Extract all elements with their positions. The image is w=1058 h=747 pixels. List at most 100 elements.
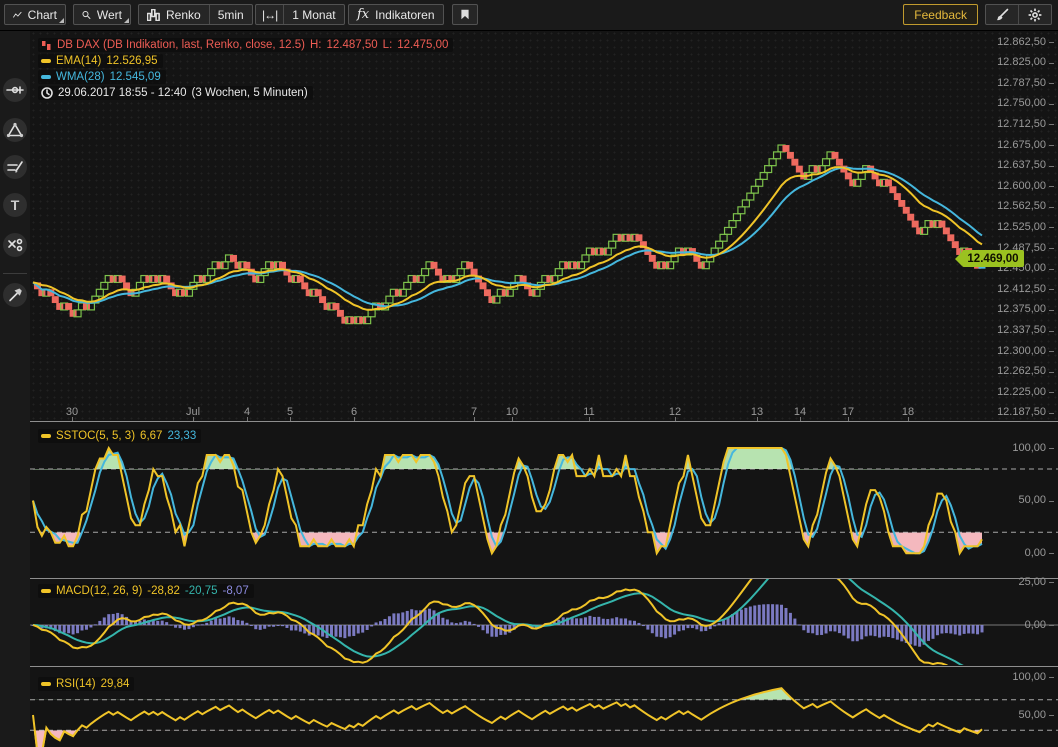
rsi-legend[interactable]: RSI(14) 29,84 bbox=[38, 677, 134, 691]
price-axis-label: 12.825,00 bbox=[958, 56, 1046, 68]
symbol-search-button[interactable]: Wert bbox=[73, 4, 131, 25]
hammer-tool-button[interactable] bbox=[3, 283, 27, 307]
fx-icon: fx bbox=[357, 7, 369, 22]
brush-icon bbox=[995, 8, 1009, 22]
panel-separator[interactable] bbox=[30, 578, 1058, 579]
time-range: 29.06.2017 18:55 - 12:40 bbox=[58, 87, 187, 99]
search-icon bbox=[82, 8, 91, 22]
price-axis-tick bbox=[1049, 166, 1054, 167]
macd-hist-value: -8,07 bbox=[223, 585, 249, 597]
series-icon bbox=[41, 40, 52, 51]
low-label: L: bbox=[383, 39, 393, 51]
current-price-label: 12.469,00 bbox=[962, 250, 1024, 267]
price-axis-label: 12.675,00 bbox=[958, 139, 1046, 151]
price-axis-tick bbox=[1049, 269, 1054, 270]
indicator-axis-label: 100,00 bbox=[958, 671, 1046, 683]
sstoc-d-value: 23,33 bbox=[167, 430, 196, 442]
settings-button[interactable] bbox=[1018, 5, 1051, 24]
macd-legend[interactable]: MACD(12, 26, 9) -28,82 -20,75 -8,07 bbox=[38, 584, 254, 598]
current-price-value: 12.469,00 bbox=[967, 253, 1018, 265]
high-value: 12.487,50 bbox=[327, 39, 378, 51]
indicator-axis-tick bbox=[1049, 715, 1054, 716]
indicator-axis-tick bbox=[1049, 677, 1054, 678]
price-axis-label: 12.750,00 bbox=[958, 97, 1046, 109]
trendline-tool-button[interactable] bbox=[3, 78, 27, 102]
range-icon-button[interactable]: |↔| bbox=[256, 5, 283, 24]
sstoc-legend[interactable]: SSTOC(5, 5, 3) 6,67 23,33 bbox=[38, 429, 201, 443]
indicator-axis-tick bbox=[1049, 582, 1054, 583]
remove-drawings-tool-button[interactable] bbox=[3, 233, 27, 257]
clock-icon bbox=[41, 87, 53, 99]
sidebar-divider bbox=[3, 273, 27, 274]
chart-type-label: Chart bbox=[28, 8, 57, 22]
macd-label: MACD(12, 26, 9) bbox=[56, 585, 142, 597]
drawing-toolbar: T bbox=[0, 30, 30, 747]
price-axis-label: 12.525,00 bbox=[958, 221, 1046, 233]
high-label: H: bbox=[310, 39, 322, 51]
price-axis-tick bbox=[1049, 42, 1054, 43]
series-title: DB DAX (DB Indikation, last, Renko, clos… bbox=[57, 39, 305, 51]
panel-separator[interactable] bbox=[30, 421, 1058, 422]
charttype-interval-group: Renko 5min bbox=[138, 4, 253, 25]
symbol-search-label: Wert bbox=[97, 8, 122, 22]
settings-group bbox=[985, 4, 1052, 25]
feedback-label: Feedback bbox=[914, 8, 967, 22]
price-axis-label: 12.712,50 bbox=[958, 118, 1046, 130]
ema-legend[interactable]: EMA(14) 12.526,95 bbox=[38, 54, 163, 68]
lines-edit-tool-button[interactable] bbox=[3, 155, 27, 179]
indicator-axis-tick bbox=[1049, 553, 1054, 554]
panel-separator[interactable] bbox=[30, 666, 1058, 667]
indicator-axis-label: 50,00 bbox=[958, 709, 1046, 721]
bookmark-icon bbox=[461, 8, 469, 21]
series-legend[interactable]: DB DAX (DB Indikation, last, Renko, clos… bbox=[38, 38, 453, 52]
price-axis-tick bbox=[1049, 331, 1054, 332]
time-range-legend: 29.06.2017 18:55 - 12:40 (3 Wochen, 5 Mi… bbox=[38, 86, 313, 100]
remove-drawings-icon bbox=[6, 236, 24, 254]
sstoc-k-value: 6,67 bbox=[140, 430, 162, 442]
interval-button[interactable]: 5min bbox=[209, 5, 252, 24]
range-button[interactable]: 1 Monat bbox=[283, 5, 343, 24]
clear-drawings-button[interactable] bbox=[986, 5, 1018, 24]
indicator-axis-tick bbox=[1049, 501, 1054, 502]
renko-button[interactable]: Renko bbox=[139, 5, 209, 24]
triangle-pattern-tool-button[interactable] bbox=[3, 118, 27, 142]
wma-label: WMA(28) bbox=[56, 71, 105, 83]
chart-type-button[interactable]: Chart bbox=[4, 4, 66, 25]
indicators-button[interactable]: fx Indikatoren bbox=[348, 4, 444, 25]
indicator-axis-tick bbox=[1049, 448, 1054, 449]
rsi-value: 29,84 bbox=[101, 678, 130, 690]
price-axis-label: 12.600,00 bbox=[958, 180, 1046, 192]
wma-legend[interactable]: WMA(28) 12.545,09 bbox=[38, 70, 166, 84]
price-axis-tick bbox=[1049, 186, 1054, 187]
price-axis-label: 12.562,50 bbox=[958, 200, 1046, 212]
price-axis-tick bbox=[1049, 227, 1054, 228]
price-axis-label: 12.225,00 bbox=[958, 386, 1046, 398]
range-group: |↔| 1 Monat bbox=[255, 4, 345, 25]
price-axis-tick bbox=[1049, 63, 1054, 64]
ema-dash-icon bbox=[41, 59, 51, 63]
sstoc-label: SSTOC(5, 5, 3) bbox=[56, 430, 135, 442]
low-value: 12.475,00 bbox=[397, 39, 448, 51]
text-tool-button[interactable]: T bbox=[3, 193, 27, 217]
rsi-dash-icon bbox=[41, 682, 51, 686]
chevron-corner-icon bbox=[124, 18, 129, 23]
chart-area[interactable] bbox=[30, 30, 1058, 747]
renko-bars-icon bbox=[147, 9, 160, 21]
chart-line-icon bbox=[13, 9, 22, 21]
indicator-axis-label: 0,00 bbox=[958, 547, 1046, 559]
feedback-button[interactable]: Feedback bbox=[903, 4, 978, 25]
price-axis-tick bbox=[1049, 289, 1054, 290]
range-arrows-icon: |↔| bbox=[262, 8, 277, 22]
renko-label: Renko bbox=[166, 8, 201, 22]
price-axis-tick bbox=[1049, 351, 1054, 352]
chevron-corner-icon bbox=[59, 18, 64, 23]
wma-value: 12.545,09 bbox=[110, 71, 161, 83]
triangle-pattern-icon bbox=[6, 121, 24, 139]
templates-button[interactable] bbox=[452, 4, 478, 25]
text-tool-icon: T bbox=[11, 197, 20, 213]
indicator-axis-label: 100,00 bbox=[958, 442, 1046, 454]
range-label: 1 Monat bbox=[292, 8, 335, 22]
price-axis-label: 12.412,50 bbox=[958, 283, 1046, 295]
price-axis-label: 12.337,50 bbox=[958, 324, 1046, 336]
price-axis-label: 12.637,50 bbox=[958, 159, 1046, 171]
